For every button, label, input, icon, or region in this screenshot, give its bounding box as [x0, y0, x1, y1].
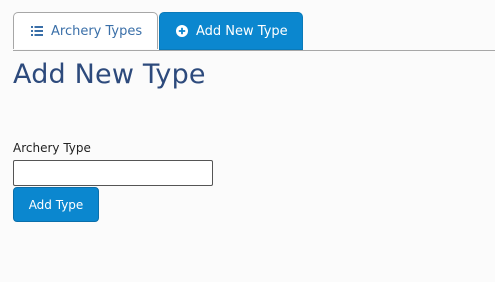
tab-bar: Archery Types Add New Type — [13, 12, 495, 51]
archery-type-label: Archery Type — [13, 141, 91, 155]
tab-archery-types[interactable]: Archery Types — [13, 12, 158, 49]
tab-add-new-type[interactable]: Add New Type — [159, 12, 303, 50]
page-title: Add New Type — [13, 59, 206, 90]
plus-circle-icon — [176, 25, 188, 37]
add-type-button[interactable]: Add Type — [13, 187, 99, 222]
archery-type-input[interactable] — [13, 160, 213, 186]
list-icon — [31, 26, 43, 36]
tab-add-new-type-label: Add New Type — [196, 23, 288, 39]
tab-archery-types-label: Archery Types — [51, 23, 143, 39]
